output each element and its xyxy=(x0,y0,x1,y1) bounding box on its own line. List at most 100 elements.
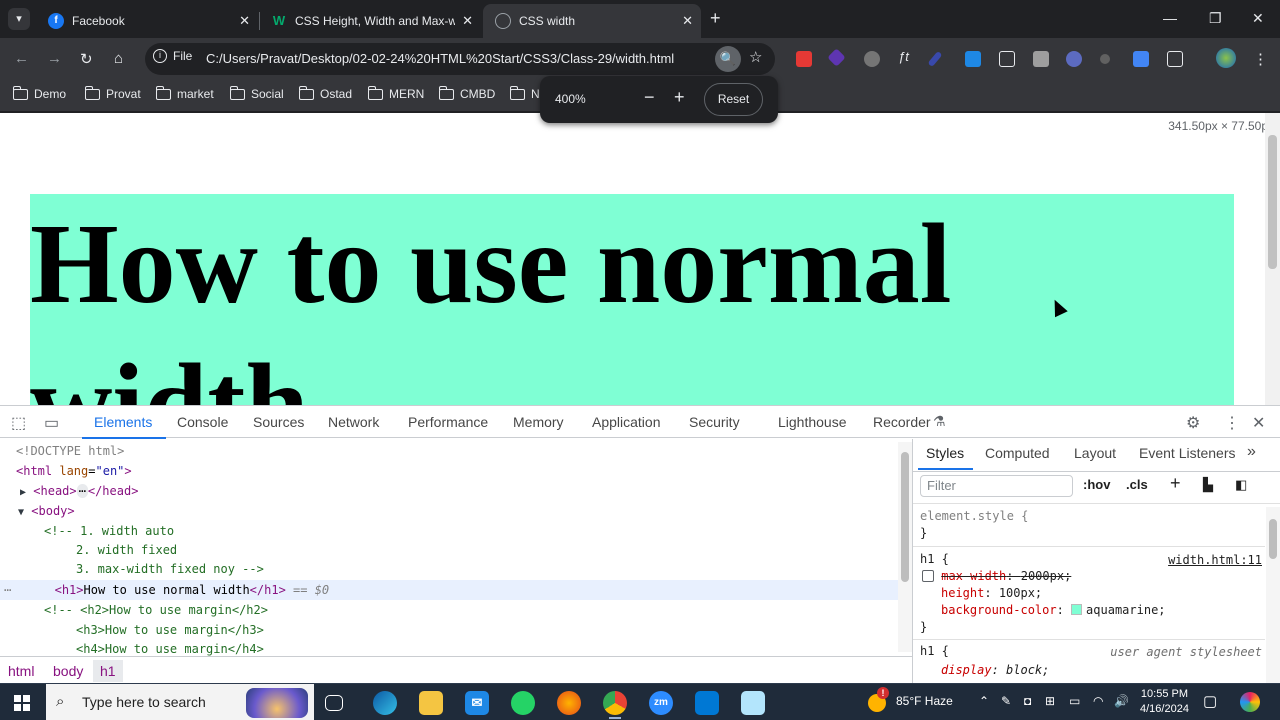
breadcrumb-html[interactable]: html xyxy=(8,663,34,679)
vscode-icon[interactable] xyxy=(695,691,719,715)
dom-doctype[interactable]: <!DOCTYPE html> xyxy=(16,441,124,461)
tab-search-dropdown-icon[interactable]: ▾ xyxy=(8,8,30,30)
volume-icon[interactable]: 🔊 xyxy=(1114,694,1129,708)
new-tab-icon[interactable]: + xyxy=(710,8,721,29)
element-style-selector[interactable]: element.style { xyxy=(920,508,1028,525)
new-rule-icon[interactable]: + xyxy=(1170,473,1181,494)
styles-scrollbar[interactable] xyxy=(1266,507,1280,684)
hover-state-button[interactable]: :hov xyxy=(1083,477,1110,492)
tab-elements[interactable]: Elements xyxy=(81,414,167,439)
close-tab-icon[interactable]: ✕ xyxy=(239,13,250,29)
bookmark-folder[interactable]: Provat xyxy=(85,85,141,101)
declaration-height[interactable]: height: 100px; xyxy=(941,585,1042,602)
url-text[interactable]: C:/Users/Pravat/Desktop/02-02-24%20HTML%… xyxy=(206,51,674,66)
tab-styles[interactable]: Styles xyxy=(917,445,974,470)
extension-icon[interactable] xyxy=(1100,54,1110,64)
reload-icon[interactable]: ↻ xyxy=(80,50,93,68)
firefox-icon[interactable] xyxy=(557,691,581,715)
notepad-icon[interactable] xyxy=(741,691,765,715)
chrome-icon[interactable] xyxy=(603,691,627,715)
breadcrumb-body[interactable]: body xyxy=(53,663,83,679)
dom-html-node[interactable]: <html lang="en"> xyxy=(16,461,132,481)
battery-icon[interactable]: ▭ xyxy=(1069,694,1080,708)
weather-text[interactable]: 85°F Haze xyxy=(896,694,953,708)
dom-body-node[interactable]: ▼ <body> xyxy=(18,501,75,521)
address-bar[interactable]: i File C:/Users/Pravat/Desktop/02-02-24%… xyxy=(145,43,775,75)
zoom-magnifier-icon[interactable]: 🔍 xyxy=(715,46,741,72)
tab-security[interactable]: Security xyxy=(689,414,740,430)
bookmark-star-icon[interactable]: ☆ xyxy=(749,48,762,66)
dom-comment[interactable]: 2. width fixed xyxy=(76,540,177,560)
dom-comment[interactable]: <!-- 1. width auto xyxy=(44,521,174,541)
tab-sources[interactable]: Sources xyxy=(253,414,304,430)
zoom-reset-button[interactable]: Reset xyxy=(704,83,763,116)
page-scrollbar[interactable] xyxy=(1265,113,1280,405)
tab-recorder[interactable]: Recorder xyxy=(873,414,931,430)
copilot-icon[interactable] xyxy=(1240,692,1260,712)
font-icon[interactable]: ƒt xyxy=(898,49,914,65)
home-icon[interactable]: ⌂ xyxy=(114,50,123,67)
ua-rule-selector[interactable]: h1 { xyxy=(920,643,949,660)
notifications-icon[interactable]: ▢ xyxy=(1203,692,1217,710)
forward-icon[interactable]: → xyxy=(47,50,62,67)
camera-icon[interactable]: ◘ xyxy=(1024,694,1031,708)
tab-lighthouse[interactable]: Lighthouse xyxy=(778,414,847,430)
bookmark-folder[interactable]: Ostad xyxy=(299,85,352,101)
eyedropper-icon[interactable] xyxy=(927,50,943,68)
tab-css-width[interactable]: CSS width ✕ xyxy=(483,4,701,38)
dom-comment[interactable]: 3. max-width fixed noy --> xyxy=(76,559,264,579)
code-icon[interactable] xyxy=(999,51,1015,67)
extension-icon[interactable] xyxy=(827,48,846,67)
taskbar-search-box[interactable]: ⌕ Type here to search xyxy=(46,684,314,720)
declaration-checkbox[interactable] xyxy=(922,570,934,582)
paint-brush-icon[interactable]: ▙ xyxy=(1203,477,1213,493)
wordpress-icon[interactable] xyxy=(864,51,880,67)
minimize-icon[interactable]: — xyxy=(1163,10,1177,26)
tray-chevron-icon[interactable]: ⌃ xyxy=(979,694,989,708)
restore-icon[interactable]: ❐ xyxy=(1209,10,1222,27)
scrollbar-thumb[interactable] xyxy=(1268,135,1277,269)
tab-performance[interactable]: Performance xyxy=(408,414,488,430)
close-tab-icon[interactable]: ✕ xyxy=(462,13,473,29)
more-tabs-icon[interactable]: » xyxy=(1247,443,1256,461)
class-toggle-button[interactable]: .cls xyxy=(1126,477,1148,492)
color-swatch[interactable] xyxy=(1071,604,1083,615)
file-explorer-icon[interactable] xyxy=(419,691,443,715)
tab-memory[interactable]: Memory xyxy=(513,414,564,430)
tab-application[interactable]: Application xyxy=(592,414,661,430)
zoom-out-button[interactable]: − xyxy=(644,87,655,108)
site-info-chip[interactable]: i File xyxy=(153,49,192,63)
usb-icon[interactable]: ⊞ xyxy=(1045,694,1055,708)
bookmark-folder[interactable]: CMBD xyxy=(439,85,495,101)
bookmark-folder[interactable]: market xyxy=(156,85,214,101)
dom-comment[interactable]: <h3>How to use margin</h3> xyxy=(76,620,264,640)
expand-triangle-icon[interactable]: ▶ xyxy=(20,487,26,498)
breadcrumb-h1[interactable]: h1 xyxy=(93,660,123,682)
mail-icon[interactable]: ✉ xyxy=(465,691,489,715)
whatsapp-icon[interactable] xyxy=(511,691,535,715)
dom-comment[interactable]: <!-- <h2>How to use margin</h2> xyxy=(44,600,268,620)
dom-head-node[interactable]: ▶ <head> ⋯ </head> xyxy=(20,481,138,501)
settings-gear-icon[interactable]: ⚙ xyxy=(1186,413,1200,433)
devtools-menu-icon[interactable]: ⋮ xyxy=(1224,413,1240,433)
download-icon[interactable] xyxy=(965,51,981,67)
collapsed-ellipsis-icon[interactable]: ⋯ xyxy=(76,484,88,498)
scrollbar-thumb[interactable] xyxy=(901,452,909,582)
translate-icon[interactable] xyxy=(1133,51,1149,67)
elements-scrollbar[interactable] xyxy=(898,442,912,652)
back-icon[interactable]: ← xyxy=(14,50,29,67)
wifi-icon[interactable]: ◠ xyxy=(1093,694,1103,708)
tab-computed[interactable]: Computed xyxy=(985,445,1050,461)
rule-source-link[interactable]: width.html:11 xyxy=(1168,553,1262,567)
tab-w3schools[interactable]: W CSS Height, Width and Max-wi ✕ xyxy=(259,4,481,38)
zoom-app-icon[interactable]: zm xyxy=(649,691,673,715)
collapse-triangle-icon[interactable]: ▼ xyxy=(18,507,24,518)
extension-icon[interactable] xyxy=(1033,51,1049,67)
device-toolbar-icon[interactable]: ▭ xyxy=(44,413,59,433)
extensions-puzzle-icon[interactable] xyxy=(1167,51,1183,67)
tab-network[interactable]: Network xyxy=(328,414,379,430)
task-view-icon[interactable] xyxy=(325,695,343,711)
menu-kebab-icon[interactable]: ⋮ xyxy=(1253,50,1268,68)
rule-selector[interactable]: h1 { xyxy=(920,551,949,568)
dom-h1-node-selected[interactable]: ⋯ <h1>How to use normal width</h1> == $0 xyxy=(0,580,898,600)
